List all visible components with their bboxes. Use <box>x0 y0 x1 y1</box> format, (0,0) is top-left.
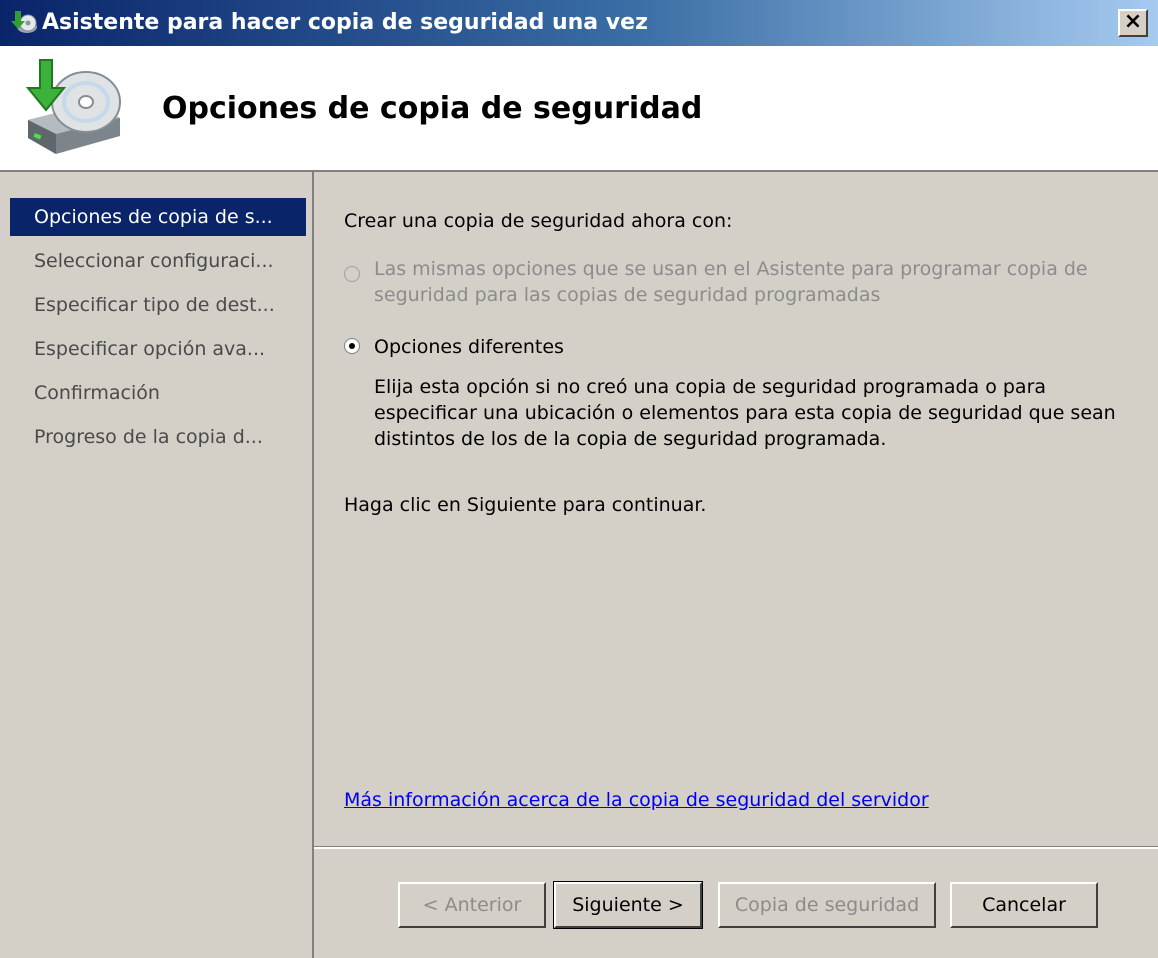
continue-instruction: Haga clic en Siguiente para continuar. <box>344 494 707 516</box>
next-button[interactable]: Siguiente > <box>553 881 703 929</box>
page-title: Opciones de copia de seguridad <box>162 91 703 126</box>
different-options-radio[interactable] <box>344 338 360 354</box>
nav-step-confirmation[interactable]: Confirmación <box>10 374 306 412</box>
window-title: Asistente para hacer copia de seguridad … <box>42 10 648 35</box>
nav-step-destination-type[interactable]: Especificar tipo de dest... <box>10 286 306 324</box>
nav-step-backup-options[interactable]: Opciones de copia de s... <box>10 198 306 236</box>
same-options-label: Las mismas opciones que se usan en el As… <box>374 258 1088 306</box>
cancel-button[interactable]: Cancelar <box>950 882 1098 928</box>
different-options-label[interactable]: Opciones diferentes <box>374 336 564 358</box>
close-icon: × <box>1123 9 1143 34</box>
backup-wizard-icon <box>11 11 37 33</box>
previous-button[interactable]: < Anterior <box>398 882 546 928</box>
backup-button[interactable]: Copia de seguridad <box>718 882 936 928</box>
wizard-content: Crear una copia de seguridad ahora con: … <box>314 172 1158 846</box>
radio-selected-dot <box>349 343 355 349</box>
backup-prompt: Crear una copia de seguridad ahora con: <box>344 210 733 232</box>
title-bar[interactable]: Asistente para hacer copia de seguridad … <box>0 0 1158 46</box>
backup-once-wizard-window: Asistente para hacer copia de seguridad … <box>0 0 1158 958</box>
wizard-steps-nav: Opciones de copia de s... Seleccionar co… <box>0 172 314 958</box>
different-options-description: Elija esta opción si no creó una copia d… <box>374 376 1116 450</box>
nav-step-backup-progress[interactable]: Progreso de la copia d... <box>10 418 306 456</box>
more-info-link[interactable]: Más información acerca de la copia de se… <box>344 789 929 811</box>
close-button[interactable]: × <box>1118 9 1148 37</box>
footer-divider <box>314 846 1158 849</box>
nav-step-advanced-option[interactable]: Especificar opción ava... <box>10 330 306 368</box>
wizard-header: Opciones de copia de seguridad <box>0 46 1158 172</box>
same-options-radio[interactable] <box>344 266 360 282</box>
nav-step-select-configuration[interactable]: Seleccionar configuraci... <box>10 242 306 280</box>
backup-drive-icon <box>25 59 121 154</box>
